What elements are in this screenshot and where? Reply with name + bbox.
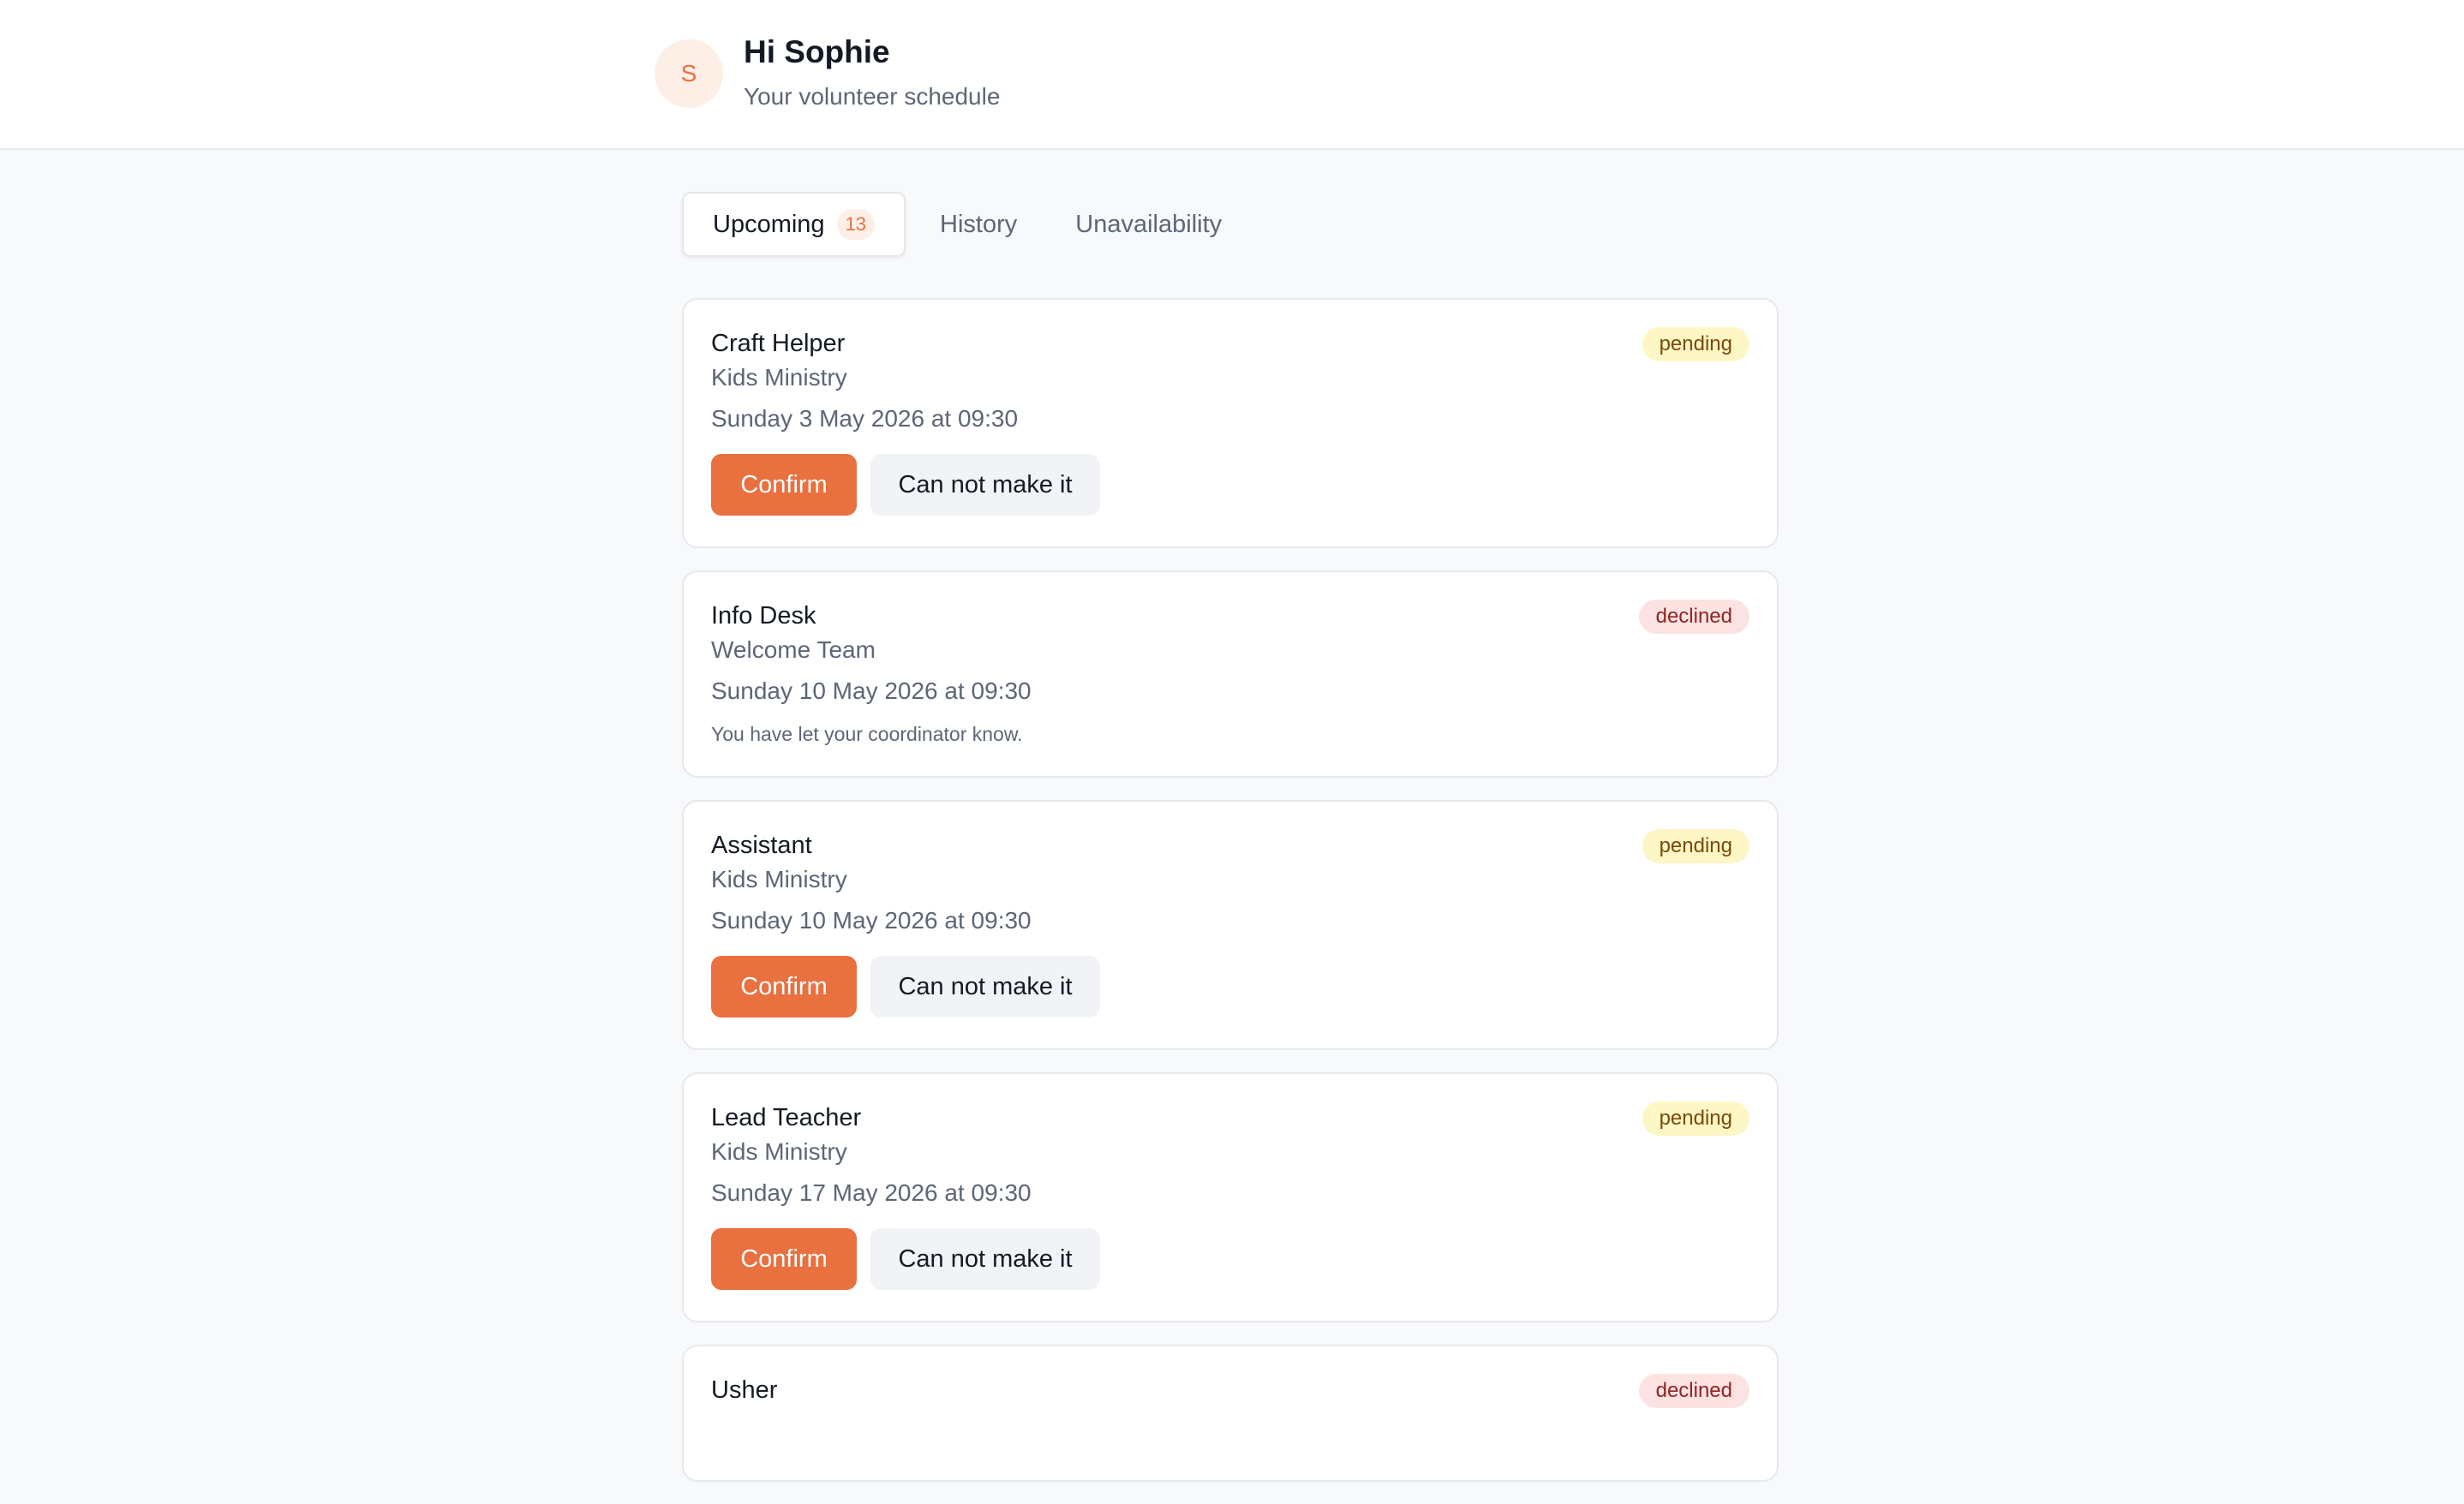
tab-unavailability[interactable]: Unavailability: [1046, 192, 1251, 257]
declined-note: You have let your coordinator know.: [711, 723, 1023, 745]
assignment-team: Kids Ministry: [711, 364, 847, 391]
assignment-team: Kids Ministry: [711, 1138, 847, 1165]
status-badge: declined: [1638, 1374, 1749, 1408]
assignment-role: Info Desk: [711, 602, 816, 630]
status-badge: pending: [1642, 327, 1749, 361]
assignment-team: Kids Ministry: [711, 866, 847, 892]
assignment-card: Craft Helper Kids Ministry Sunday 3 May …: [682, 298, 1779, 548]
tab-upcoming-label: Upcoming: [713, 210, 825, 238]
assignment-actions: Confirm Can not make it: [711, 1228, 1749, 1290]
assignment-actions: Confirm Can not make it: [711, 956, 1749, 1018]
confirm-button[interactable]: Confirm: [711, 454, 857, 516]
assignment-card: Lead Teacher Kids Ministry Sunday 17 May…: [682, 1072, 1779, 1322]
status-badge: pending: [1642, 1101, 1749, 1136]
decline-button[interactable]: Can not make it: [870, 454, 1100, 516]
assignment-actions: Confirm Can not make it: [711, 454, 1749, 516]
assignment-role: Lead Teacher: [711, 1104, 862, 1131]
status-badge: pending: [1642, 829, 1749, 863]
tab-unavailability-label: Unavailability: [1075, 210, 1223, 238]
assignment-role: Assistant: [711, 832, 812, 859]
page-subtitle: Your volunteer schedule: [744, 83, 1001, 110]
assignment-role: Craft Helper: [711, 330, 846, 357]
assignment-date: Sunday 17 May 2026 at 09:30: [711, 1179, 1032, 1206]
page-header: S Hi Sophie Your volunteer schedule: [0, 0, 2464, 150]
status-badge: declined: [1638, 600, 1749, 634]
upcoming-count-badge: 13: [836, 209, 876, 240]
schedule-tabs: Upcoming 13 History Unavailability: [682, 192, 1251, 257]
assignment-team: Welcome Team: [711, 636, 876, 663]
decline-button[interactable]: Can not make it: [870, 1228, 1100, 1290]
confirm-button[interactable]: Confirm: [711, 956, 857, 1018]
page-title: Hi Sophie: [744, 34, 890, 69]
avatar[interactable]: S: [655, 39, 723, 108]
assignment-date: Sunday 10 May 2026 at 09:30: [711, 907, 1032, 934]
decline-button[interactable]: Can not make it: [870, 956, 1100, 1018]
assignment-role: Usher: [711, 1376, 778, 1404]
assignment-card: Assistant Kids Ministry Sunday 10 May 20…: [682, 800, 1779, 1050]
assignment-card: Usher declined: [682, 1345, 1779, 1482]
tab-upcoming[interactable]: Upcoming 13: [682, 192, 906, 257]
assignment-list: Craft Helper Kids Ministry Sunday 3 May …: [682, 298, 1779, 1504]
assignment-date: Sunday 10 May 2026 at 09:30: [711, 677, 1032, 704]
tab-history-label: History: [940, 210, 1018, 238]
tab-history[interactable]: History: [911, 192, 1046, 257]
confirm-button[interactable]: Confirm: [711, 1228, 857, 1290]
assignment-card: Info Desk Welcome Team Sunday 10 May 202…: [682, 570, 1779, 778]
assignment-date: Sunday 3 May 2026 at 09:30: [711, 405, 1019, 432]
